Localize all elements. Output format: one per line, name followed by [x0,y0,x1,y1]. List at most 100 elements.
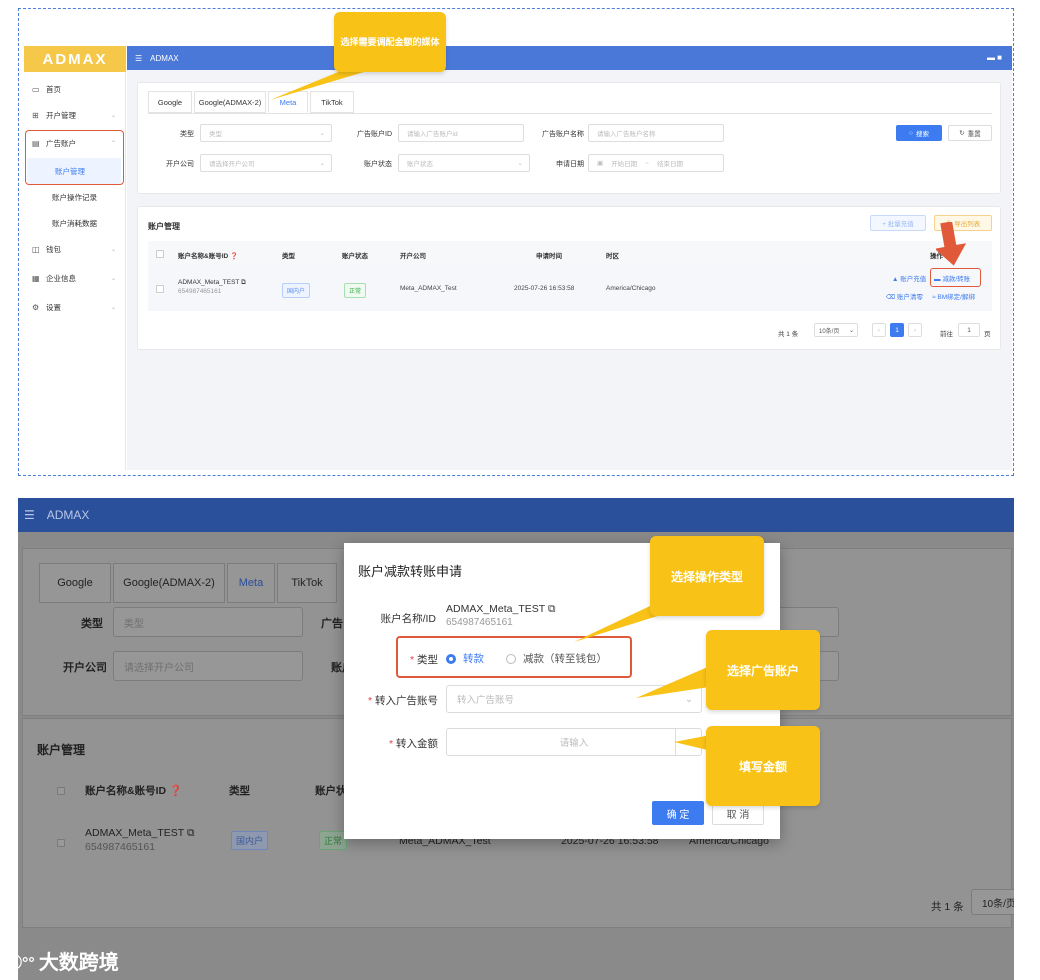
sidebar-item-open-mgmt[interactable]: ⊞ 开户管理 ⌄ [24,102,126,128]
sidebar-item-spend[interactable]: 账户消耗数据 [24,210,126,236]
gear-icon: ⚙ [32,302,40,312]
chevron-down-icon: ⌄ [110,304,116,311]
sidebar-item-settings[interactable]: ⚙ 设置 ⌄ [24,294,126,320]
prev-page-button[interactable]: ‹ [872,323,886,337]
tab-meta[interactable]: Meta [227,563,275,603]
row-checkbox[interactable] [57,839,65,847]
modal-account-name: ADMAX_Meta_TEST ⧉ [446,603,555,616]
chevron-down-icon: ⌄ [319,130,325,137]
date-sep: ~ [645,159,649,167]
company-label: 开户公司 [63,662,107,674]
chevron-down-icon: ⌄ [848,327,854,334]
account-name-text: ADMAX_Meta_TEST [446,603,546,615]
page-1-button[interactable]: 1 [890,323,904,337]
chevron-down-icon: ⌄ [110,112,116,119]
row-name-text: ADMAX_Meta_TEST [178,279,240,286]
col-type: 类型 [229,785,250,797]
row-checkbox[interactable] [156,285,164,293]
next-page-button[interactable]: › [908,323,922,337]
required-mark: * [367,695,373,707]
sidebar-item-op-log[interactable]: 账户操作记录 [24,184,126,210]
confirm-button[interactable]: 确 定 [652,801,704,825]
company-select[interactable]: 请选择开户公司 ⌄ [200,154,332,172]
tab-tiktok[interactable]: TikTok [277,563,337,603]
per-page-select[interactable]: 10条/页 [971,889,1014,915]
ad-name-input[interactable]: 请输入广告账户名称 [588,124,724,142]
ad-id-input[interactable]: 请输入广告账户id [398,124,524,142]
refresh-icon: ↻ [959,130,965,137]
search-label: 搜索 [915,131,929,138]
amount-label: * 转入金额 [352,736,438,751]
sidebar-item-label: 账户消耗数据 [52,218,97,228]
select-all-checkbox[interactable] [57,787,65,795]
col-status: 账户状 [315,785,347,797]
name-id-label: 账户名称/ID [380,613,436,625]
highlight-box-reduce [930,268,981,287]
search-icon: ○ [909,129,913,137]
required-mark: * [409,654,415,666]
row-name: ADMAX_Meta_TEST ⧉ [178,279,246,287]
type-radio-group: 转款 减款（转至钱包） [446,651,607,666]
modal-title: 账户减款转账申请 [358,564,463,579]
tab-google-admax2[interactable]: Google(ADMAX-2) [113,563,225,603]
required-mark: * [388,738,394,750]
status-select[interactable]: 账户状态 ⌄ [398,154,530,172]
sidebar-item-label: 开户管理 [46,110,76,120]
goto-input[interactable]: 1 [958,323,980,337]
tab-google[interactable]: Google [148,91,192,113]
target-label-text: 转入广告账号 [375,695,438,707]
target-label: * 转入广告账号 [352,693,438,708]
ad-id-label: 广告账户ID [357,131,392,138]
radio-reduce[interactable] [506,653,516,664]
reset-button[interactable]: ↻ 重置 [948,125,992,141]
sidebar-item-home[interactable]: ▭ 首页 [24,76,126,102]
tab-google-admax2[interactable]: Google(ADMAX-2) [194,91,266,113]
lock-icon: ▲ [892,276,899,283]
user-icon[interactable]: ▬ ■ [987,53,1002,62]
bm-link[interactable]: ≈ BM绑定/解绑 [932,291,975,301]
company-select[interactable]: 请选择开户公司 [113,651,303,681]
search-button[interactable]: ○ 搜索 [896,125,942,141]
reset-label: 重置 [967,131,981,138]
callout-select-op-type: 选择操作类型 [650,536,764,616]
plus-square-icon: ⊞ [32,110,39,120]
modal-account-id: 654987465161 [446,617,513,628]
row-time: 2025-07-26 16:53:58 [514,285,575,292]
date-range[interactable]: ▣ 开始日期 ~ 结束日期 [588,154,724,172]
row-name: ADMAX_Meta_TEST ⧉ [85,827,194,840]
col-name: 账户名称&账号ID ❓ [85,783,182,798]
menu-icon[interactable]: ☰ [135,54,142,63]
type-label: * 类型 [396,652,438,667]
tab-google[interactable]: Google [39,563,111,603]
target-placeholder: 转入广告账号 [457,695,515,706]
sidebar-item-wallet[interactable]: ◫ 钱包 ⌄ [24,236,126,262]
company-label: 开户公司 [166,161,194,168]
watermark-text: 大数跨境 [38,952,119,974]
opt-transfer-label: 转款 [463,653,484,665]
type-select[interactable]: 类型 ⌄ [200,124,332,142]
help-icon: ❓ [230,253,239,260]
amount-placeholder: 请输入 [559,738,589,749]
type-select[interactable]: 类型 [113,607,303,637]
row-type-badge: 国内户 [282,283,311,298]
menu-icon[interactable]: ☰ [24,508,35,522]
amount-input[interactable]: 请输入 ⌃ [446,728,702,756]
batch-recharge-button[interactable]: + 批量充值 [870,215,926,231]
page-suffix: 页 [984,331,991,338]
copy-icon[interactable]: ⧉ [241,279,246,286]
recharge-link[interactable]: ▲ 账户充值 [892,273,926,283]
highlight-box-ad-account [25,130,124,185]
clear-link[interactable]: ⌫ 账户清零 [886,291,923,301]
select-all-checkbox[interactable] [156,250,164,258]
list-title: 账户管理 [148,222,180,231]
chevron-down-icon: ⌄ [517,160,523,167]
radio-transfer-selected[interactable] [446,653,456,664]
per-page-select[interactable]: 10条/页 ⌄ [814,323,858,337]
copy-icon[interactable]: ⧉ [548,603,556,615]
chevron-down-icon: ⌄ [319,160,325,167]
row-status-badge: 正常 [319,831,348,850]
red-arrow-icon [936,222,967,266]
sidebar-item-company[interactable]: ▦ 企业信息 ⌄ [24,265,126,291]
copy-icon[interactable]: ⧉ [187,827,195,839]
callout-select-ad-account: 选择广告账户 [706,630,820,710]
